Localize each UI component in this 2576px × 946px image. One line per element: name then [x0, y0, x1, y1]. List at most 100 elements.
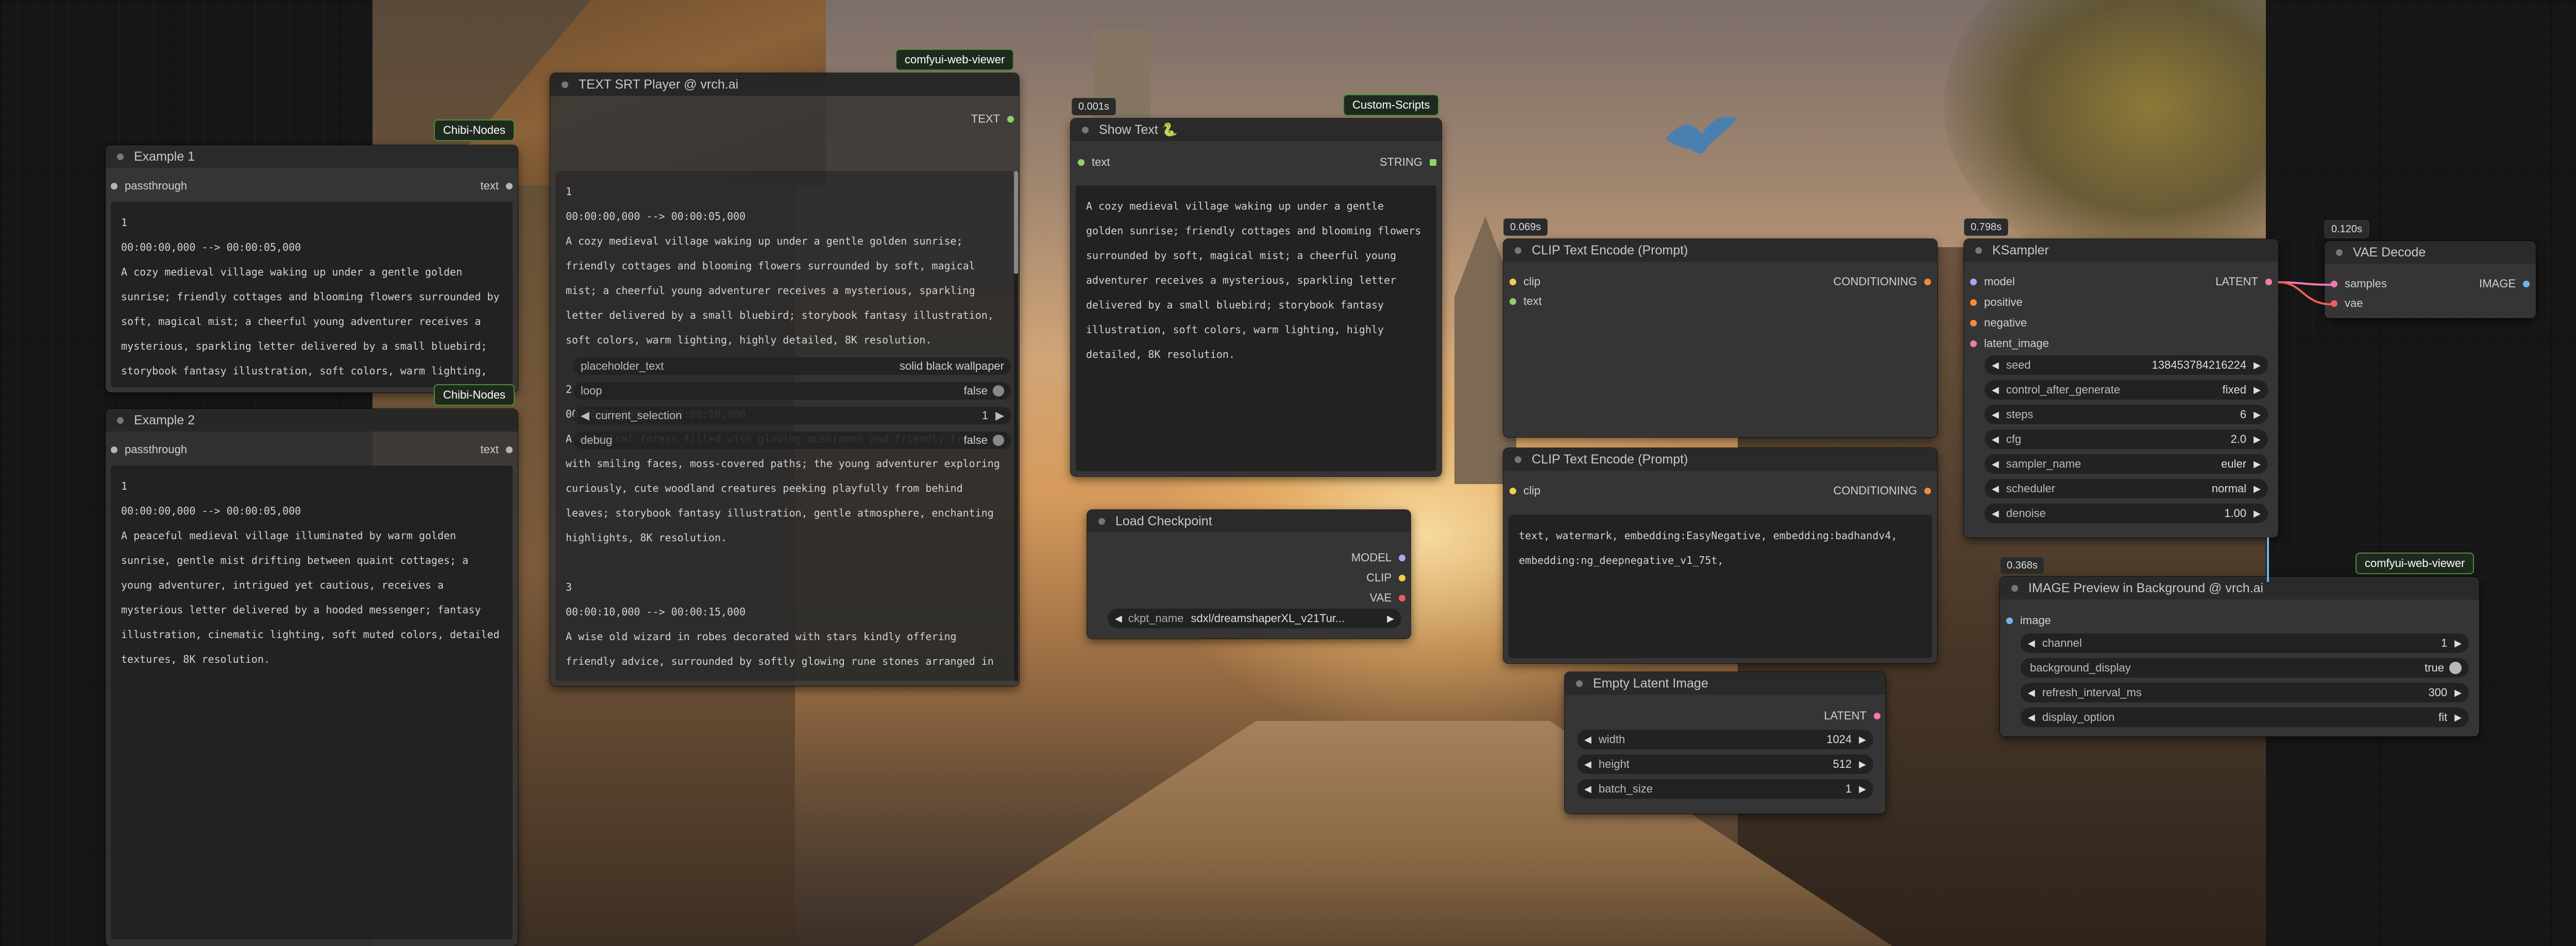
chevron-left-icon[interactable]: ◀	[2028, 712, 2035, 723]
clip-text-encode-negative-node[interactable]: CLIP Text Encode (Prompt) clip CONDITION…	[1503, 448, 1937, 663]
output-pin-icon[interactable]	[1399, 594, 1405, 601]
output-pin-icon[interactable]	[2265, 278, 2272, 285]
output-slot-text[interactable]: TEXT	[971, 112, 1014, 126]
chevron-right-icon[interactable]: ▶	[2253, 508, 2261, 519]
input-slot-vae[interactable]: vae	[2331, 297, 2363, 310]
input-slot-negative[interactable]: negative	[1970, 316, 2027, 330]
chevron-right-icon[interactable]: ▶	[2253, 360, 2261, 371]
denoise-widget[interactable]: ◀ denoise 1.00 ▶	[1985, 504, 2268, 523]
input-slot-passthrough[interactable]: passthrough	[111, 443, 187, 456]
chevron-left-icon[interactable]: ◀	[1992, 484, 1999, 494]
node-title-bar[interactable]: VAE Decode	[2325, 241, 2536, 264]
text-srt-player-node[interactable]: TEXT SRT Player @ vrch.ai TEXT 1 00:00:0…	[550, 73, 1019, 686]
text-display[interactable]: A cozy medieval village waking up under …	[1076, 185, 1436, 471]
list-output-pin-icon[interactable]	[1430, 159, 1436, 166]
collapse-dot-icon[interactable]	[1515, 456, 1521, 463]
chevron-right-icon[interactable]: ▶	[2253, 459, 2261, 470]
chevron-right-icon[interactable]: ▶	[1859, 759, 1866, 770]
output-pin-icon[interactable]	[1924, 278, 1931, 285]
show-text-node[interactable]: Show Text 🐍 text STRING A cozy medieval …	[1071, 118, 1442, 476]
sampler-name-widget[interactable]: ◀ sampler_name euler ▶	[1985, 454, 2268, 474]
collapse-dot-icon[interactable]	[1576, 680, 1583, 687]
chevron-left-icon[interactable]: ◀	[2028, 638, 2035, 649]
chevron-left-icon[interactable]: ◀	[1584, 784, 1591, 795]
input-slot-passthrough[interactable]: passthrough	[111, 179, 187, 193]
output-slot-clip[interactable]: CLIP	[1366, 571, 1405, 584]
node-title-bar[interactable]: KSampler	[1964, 239, 2278, 262]
input-slot-image[interactable]: image	[2006, 614, 2051, 627]
output-slot-vae[interactable]: VAE	[1370, 591, 1405, 605]
node-title-bar[interactable]: Empty Latent Image	[1565, 672, 1886, 695]
ksampler-node[interactable]: KSampler model positive negative latent_…	[1964, 239, 2278, 538]
example1-node[interactable]: Example 1 passthrough text 1 00:00:00,00…	[106, 145, 518, 392]
output-pin-icon[interactable]	[1399, 554, 1405, 561]
chevron-left-icon[interactable]: ◀	[1115, 613, 1122, 624]
chevron-left-icon[interactable]: ◀	[2028, 687, 2035, 698]
chevron-left-icon[interactable]: ◀	[1992, 508, 1999, 519]
collapse-dot-icon[interactable]	[1098, 518, 1105, 525]
output-slot-string[interactable]: STRING	[1380, 156, 1436, 169]
chevron-right-icon[interactable]: ▶	[995, 409, 1004, 422]
input-slot-clip[interactable]: clip	[1510, 275, 1540, 288]
chevron-left-icon[interactable]: ◀	[1992, 360, 1999, 371]
width-widget[interactable]: ◀ width 1024 ▶	[1577, 730, 1873, 749]
node-title-bar[interactable]: IMAGE Preview in Background @ vrch.ai	[2000, 577, 2479, 599]
steps-widget[interactable]: ◀ steps 6 ▶	[1985, 405, 2268, 424]
batch-size-widget[interactable]: ◀ batch_size 1 ▶	[1577, 779, 1873, 799]
input-pin-icon[interactable]	[1970, 340, 1977, 347]
input-pin-icon[interactable]	[1970, 278, 1977, 285]
input-pin-icon[interactable]	[1510, 298, 1516, 305]
output-pin-icon[interactable]	[1924, 487, 1931, 494]
input-pin-icon[interactable]	[1510, 487, 1516, 494]
output-slot-text[interactable]: text	[481, 179, 513, 193]
chevron-left-icon[interactable]: ◀	[1992, 434, 1999, 445]
chevron-right-icon[interactable]: ▶	[2253, 484, 2261, 494]
toggle-knob-icon[interactable]	[2449, 662, 2462, 674]
toggle-knob-icon[interactable]	[993, 385, 1004, 397]
output-pin-icon[interactable]	[1007, 115, 1014, 123]
chevron-left-icon[interactable]: ◀	[1584, 734, 1591, 745]
collapse-dot-icon[interactable]	[1082, 126, 1089, 133]
output-pin-icon[interactable]	[506, 446, 513, 453]
prompt-text-area[interactable]: text, watermark, embedding:EasyNegative,…	[1509, 515, 1932, 658]
input-pin-icon[interactable]	[111, 446, 117, 453]
chevron-right-icon[interactable]: ▶	[2454, 687, 2462, 698]
vae-decode-node[interactable]: VAE Decode samples vae IMAGE	[2325, 241, 2536, 318]
image-preview-background-node[interactable]: IMAGE Preview in Background @ vrch.ai im…	[2000, 577, 2479, 736]
output-slot-conditioning[interactable]: CONDITIONING	[1833, 484, 1931, 497]
placeholder-text-widget[interactable]: placeholder_text solid black wallpaper	[573, 357, 1011, 375]
display-option-widget[interactable]: ◀ display_option fit ▶	[2021, 708, 2469, 727]
chevron-right-icon[interactable]: ▶	[1387, 613, 1394, 624]
output-pin-icon[interactable]	[1399, 574, 1405, 581]
output-slot-image[interactable]: IMAGE	[2479, 277, 2530, 290]
background-display-toggle[interactable]: background_display true	[2021, 658, 2469, 678]
chevron-right-icon[interactable]: ▶	[2253, 434, 2261, 445]
control-after-generate-widget[interactable]: ◀ control_after_generate fixed ▶	[1985, 380, 2268, 400]
node-title-bar[interactable]: Load Checkpoint	[1087, 510, 1411, 532]
chevron-right-icon[interactable]: ▶	[1859, 734, 1866, 745]
scrollbar[interactable]	[1014, 171, 1018, 681]
scrollbar-thumb[interactable]	[1014, 171, 1018, 274]
chevron-left-icon[interactable]: ◀	[1992, 409, 1999, 420]
collapse-dot-icon[interactable]	[117, 153, 124, 160]
debug-toggle[interactable]: debug false	[573, 432, 1011, 449]
input-pin-icon[interactable]	[2006, 617, 2013, 624]
cfg-widget[interactable]: ◀ cfg 2.0 ▶	[1985, 429, 2268, 449]
input-slot-latent-image[interactable]: latent_image	[1970, 337, 2049, 350]
output-pin-icon[interactable]	[2523, 280, 2530, 287]
height-widget[interactable]: ◀ height 512 ▶	[1577, 754, 1873, 774]
output-slot-latent[interactable]: LATENT	[1824, 709, 1880, 723]
input-pin-icon[interactable]	[1970, 299, 1977, 306]
ckpt-name-combo[interactable]: ◀ ckpt_name sdxl/dreamshaperXL_v21Tur...…	[1108, 609, 1401, 628]
input-pin-icon[interactable]	[1970, 319, 1977, 326]
srt-text-area[interactable]: 1 00:00:00,000 --> 00:00:05,000 A cozy m…	[555, 171, 1014, 681]
chevron-left-icon[interactable]: ◀	[1992, 385, 1999, 395]
chevron-left-icon[interactable]: ◀	[581, 409, 589, 422]
input-pin-icon[interactable]	[1510, 278, 1516, 285]
collapse-dot-icon[interactable]	[2336, 249, 2343, 256]
input-slot-text[interactable]: text	[1510, 295, 1541, 308]
input-slot-text[interactable]: text	[1078, 156, 1110, 169]
loop-toggle[interactable]: loop false	[573, 382, 1011, 400]
input-slot-positive[interactable]: positive	[1970, 296, 2023, 309]
input-pin-icon[interactable]	[1078, 159, 1084, 166]
